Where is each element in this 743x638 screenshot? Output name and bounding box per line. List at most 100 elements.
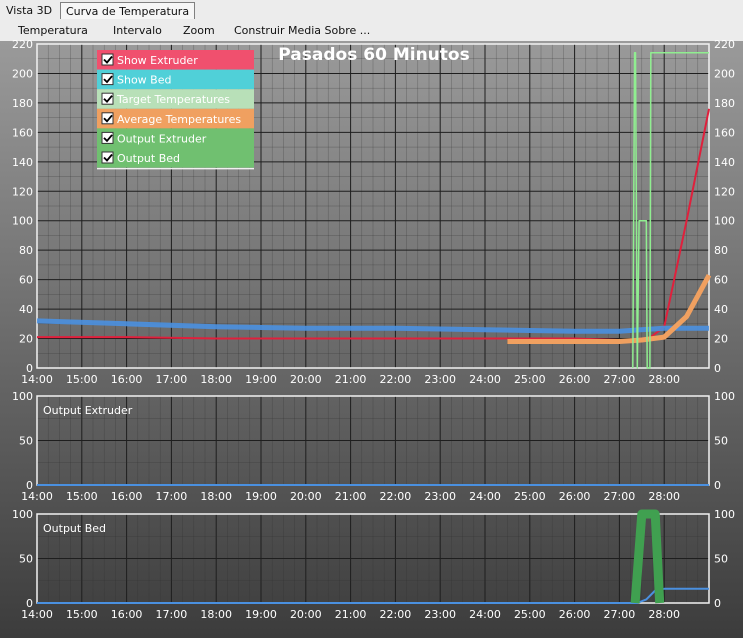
legend-label: Average Temperatures: [117, 113, 241, 126]
legend-item-average-temperatures[interactable]: Average Temperatures: [97, 108, 254, 129]
x-tick-label: 28:00: [648, 490, 680, 503]
legend-checkbox[interactable]: [101, 53, 114, 66]
x-tick-label: 24:00: [469, 373, 501, 386]
x-tick-label: 24:00: [469, 608, 501, 621]
x-tick-label: 15:00: [66, 373, 98, 386]
legend-checkbox[interactable]: [101, 131, 114, 144]
y-tick-label-right: 0: [714, 362, 721, 375]
y-tick-label-left: 100: [12, 508, 33, 521]
y-tick-label-left: 60: [19, 274, 33, 287]
x-tick-label: 20:00: [290, 373, 322, 386]
x-tick-label: 15:00: [66, 608, 98, 621]
checkbox-box: [101, 131, 114, 144]
y-tick-label-left: 0: [26, 597, 33, 610]
y-tick-label-left: 20: [19, 333, 33, 346]
y-tick-label-right: 100: [714, 215, 735, 228]
checkbox-box: [101, 53, 114, 66]
x-tick-label: 16:00: [111, 608, 143, 621]
legend-label: Show Extruder: [117, 54, 198, 67]
x-tick-label: 20:00: [290, 608, 322, 621]
legend-checkbox[interactable]: [101, 112, 114, 125]
y-tick-label-right: 120: [714, 185, 735, 198]
legend-item-target-temperatures[interactable]: Target Temperatures: [97, 89, 254, 109]
x-tick-label: 23:00: [424, 490, 456, 503]
y-tick-label-left: 80: [19, 244, 33, 257]
y-tick-label-left: 40: [19, 303, 33, 316]
output-extruder-title: Output Extruder: [43, 404, 133, 417]
x-tick-label: 25:00: [514, 490, 546, 503]
legend-checkbox[interactable]: [101, 92, 114, 105]
legend-item-output-bed[interactable]: Output Bed: [97, 148, 254, 168]
legend: Show Extruder Show Bed Target Temperatures…: [97, 50, 254, 170]
legend-label: Target Temperatures: [116, 93, 230, 106]
x-tick-label: 17:00: [156, 490, 188, 503]
y-tick-label-right: 50: [714, 435, 728, 448]
x-tick-label: 27:00: [604, 490, 636, 503]
y-tick-label-right: 60: [714, 274, 728, 287]
y-tick-label-left: 50: [19, 553, 33, 566]
y-tick-label-left: 100: [12, 215, 33, 228]
x-tick-label: 27:00: [604, 373, 636, 386]
checkbox-box: [101, 112, 114, 125]
y-tick-label-right: 220: [714, 38, 735, 51]
y-tick-label-right: 160: [714, 126, 735, 139]
x-tick-label: 25:00: [514, 373, 546, 386]
x-tick-label: 26:00: [559, 373, 591, 386]
y-tick-label-left: 50: [19, 435, 33, 448]
x-tick-label: 16:00: [111, 373, 143, 386]
x-tick-label: 27:00: [604, 608, 636, 621]
y-tick-label-left: 160: [12, 126, 33, 139]
x-tick-label: 19:00: [245, 608, 277, 621]
x-tick-label: 26:00: [559, 608, 591, 621]
x-tick-label: 22:00: [380, 373, 412, 386]
x-tick-label: 21:00: [335, 608, 367, 621]
x-tick-label: 18:00: [200, 373, 232, 386]
x-tick-label: 19:00: [245, 490, 277, 503]
legend-item-show-extruder[interactable]: Show Extruder: [97, 50, 254, 70]
x-tick-label: 22:00: [380, 490, 412, 503]
x-tick-label: 18:00: [200, 608, 232, 621]
checkbox-box: [101, 151, 114, 164]
y-tick-label-right: 180: [714, 97, 735, 110]
checkbox-box: [101, 73, 114, 86]
y-tick-label-left: 0: [26, 362, 33, 375]
legend-label: Output Bed: [117, 152, 180, 165]
y-tick-label-right: 0: [714, 479, 721, 492]
y-tick-label-right: 80: [714, 244, 728, 257]
y-tick-label-left: 140: [12, 156, 33, 169]
legend-checkbox[interactable]: [101, 73, 114, 86]
x-tick-label: 28:00: [648, 608, 680, 621]
legend-item-output-extruder[interactable]: Output Extruder: [97, 128, 254, 148]
main-chart-title: Pasados 60 Minutos: [278, 45, 469, 65]
y-tick-label-left: 120: [12, 185, 33, 198]
x-tick-label: 19:00: [245, 373, 277, 386]
temperature-charts: 14:00 15:00 16:00 17:00 18:00 19:00 20:00 21:00…: [0, 38, 743, 638]
x-tick-label: 18:00: [200, 490, 232, 503]
y-tick-label-left: 0: [26, 479, 33, 492]
y-tick-label-right: 140: [714, 156, 735, 169]
legend-label: Show Bed: [117, 74, 171, 87]
legend-checkbox[interactable]: [101, 151, 114, 164]
x-tick-label: 23:00: [424, 373, 456, 386]
x-tick-label: 21:00: [335, 490, 367, 503]
x-tick-label: 26:00: [559, 490, 591, 503]
legend-label: Output Extruder: [117, 132, 207, 145]
x-tick-label: 28:00: [648, 373, 680, 386]
y-tick-label-left: 200: [12, 67, 33, 80]
checkbox-box: [101, 92, 114, 105]
y-tick-label-right: 100: [714, 390, 735, 403]
x-tick-label: 17:00: [156, 373, 188, 386]
x-tick-label: 23:00: [424, 608, 456, 621]
x-tick-label: 17:00: [156, 608, 188, 621]
output-bed-title: Output Bed: [43, 522, 106, 535]
y-tick-label-left: 100: [12, 390, 33, 403]
y-tick-label-right: 50: [714, 553, 728, 566]
y-tick-label-right: 100: [714, 508, 735, 521]
x-tick-label: 21:00: [335, 373, 367, 386]
y-tick-label-left: 180: [12, 97, 33, 110]
y-tick-label-left: 220: [12, 38, 33, 51]
legend-item-show-bed[interactable]: Show Bed: [97, 69, 254, 90]
x-tick-label: 15:00: [66, 490, 98, 503]
x-tick-label: 16:00: [111, 490, 143, 503]
x-tick-label: 20:00: [290, 490, 322, 503]
